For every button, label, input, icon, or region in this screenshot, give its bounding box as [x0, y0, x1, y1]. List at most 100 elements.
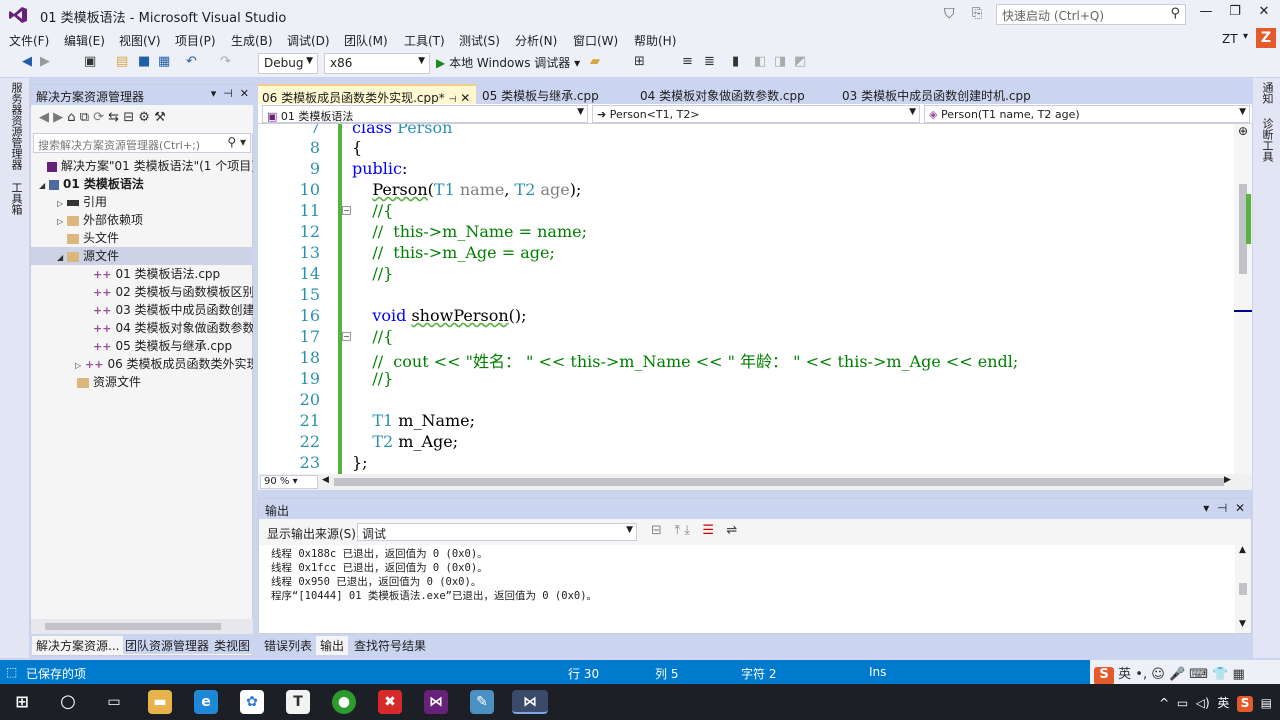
- menu-team[interactable]: 团队(M): [344, 32, 388, 49]
- tab-find-symbol-results[interactable]: 查找符号结果: [350, 636, 430, 655]
- horizontal-scrollbar-thumb[interactable]: [334, 478, 1224, 486]
- emoji-icon[interactable]: ☺: [1151, 667, 1165, 682]
- tree-item-solution[interactable]: 解决方案"01 类模板语法"(1 个项目): [31, 157, 253, 175]
- collapse-region-icon[interactable]: −: [342, 206, 351, 215]
- back-icon[interactable]: ◀: [39, 110, 49, 125]
- notification-filter-icon[interactable]: ⛉: [944, 6, 955, 22]
- tree-item-source-files[interactable]: ◢ 源文件: [31, 247, 253, 265]
- scrollbar-thumb[interactable]: [1239, 583, 1247, 595]
- previous-message-icon[interactable]: ⤒: [674, 523, 680, 538]
- network-icon[interactable]: ▭: [1177, 696, 1188, 710]
- skin-icon[interactable]: 👕: [1212, 667, 1228, 682]
- menu-file[interactable]: 文件(F): [9, 32, 49, 49]
- switch-views-icon[interactable]: ⧉: [80, 110, 89, 125]
- tree-item-file[interactable]: ++02 类模板与函数模板区别.cpp: [31, 283, 253, 301]
- expanded-arrow-icon[interactable]: ◢: [39, 177, 49, 193]
- menu-window[interactable]: 窗口(W): [573, 32, 618, 49]
- tree-item-header-files[interactable]: 头文件: [31, 229, 253, 247]
- save-all-icon[interactable]: ▦: [158, 54, 170, 69]
- collapse-all-icon[interactable]: ⊟: [123, 110, 134, 125]
- tab-output[interactable]: 输出: [316, 636, 349, 655]
- volume-icon[interactable]: ◁): [1196, 696, 1210, 710]
- sync-icon[interactable]: ⇆: [108, 110, 119, 125]
- solution-configuration-select[interactable]: Debug ▼: [258, 53, 318, 74]
- output-text-area[interactable]: 线程 0x188c 已退出，返回值为 0 (0x0)。 线程 0x1fcc 已退…: [259, 545, 1235, 633]
- panel-window-controls[interactable]: ▾ ⊣ ✕: [1203, 501, 1245, 515]
- pending-changes-icon[interactable]: ⟳: [93, 110, 104, 125]
- forward-icon[interactable]: ▶: [53, 110, 63, 125]
- word-wrap-icon[interactable]: ⇌: [726, 523, 737, 538]
- file-explorer-icon[interactable]: ▬: [148, 690, 172, 714]
- clear-all-icon[interactable]: ☰: [702, 523, 714, 538]
- next-message-icon[interactable]: ⤓: [684, 523, 690, 538]
- start-debugging-button[interactable]: ▶ 本地 Windows 调试器 ▾: [436, 54, 580, 71]
- new-project-icon[interactable]: ▣: [84, 54, 96, 69]
- maximize-button[interactable]: ❐: [1221, 4, 1249, 24]
- panel-window-controls[interactable]: ▾ ⊣ ✕: [211, 87, 249, 100]
- menu-project[interactable]: 项目(P): [175, 32, 216, 49]
- visual-studio-active-icon[interactable]: ⋈: [512, 690, 548, 714]
- solution-search-input[interactable]: 搜索解决方案资源管理器(Ctrl+;) ⚲ ▾: [33, 133, 251, 153]
- chevron-down-icon[interactable]: ▾: [1243, 31, 1248, 42]
- menu-debug[interactable]: 调试(D): [287, 32, 330, 49]
- minimize-button[interactable]: —: [1192, 4, 1220, 24]
- collapsed-arrow-icon[interactable]: ▷: [57, 195, 67, 211]
- user-name[interactable]: ZT: [1222, 32, 1238, 46]
- toolbox-tab[interactable]: 工具箱: [8, 182, 24, 215]
- user-avatar[interactable]: Z: [1256, 28, 1276, 48]
- tree-item-references[interactable]: ▷ 引用: [31, 193, 253, 211]
- scroll-down-icon[interactable]: ▼: [1239, 619, 1246, 629]
- find-in-files-icon[interactable]: ▰: [590, 54, 600, 69]
- clear-bookmarks-icon[interactable]: ◩: [794, 54, 806, 69]
- collapsed-arrow-icon[interactable]: ▷: [75, 357, 85, 373]
- search-icon[interactable]: ⚲ ▾: [227, 135, 246, 149]
- properties-icon[interactable]: ⚙: [138, 110, 150, 125]
- menu-edit[interactable]: 编辑(E): [64, 32, 105, 49]
- media-player-icon[interactable]: ●: [332, 690, 356, 714]
- tree-item-file[interactable]: ++ 05 类模板与继承.cpp: [31, 337, 253, 355]
- sogou-ime-icon[interactable]: S: [1094, 667, 1114, 685]
- scroll-up-icon[interactable]: ▲: [1239, 545, 1246, 555]
- tree-item-external-deps[interactable]: ▷ 外部依赖项: [31, 211, 253, 229]
- tab-file-05[interactable]: 05 类模板与继承.cpp: [478, 84, 603, 104]
- network-app-icon[interactable]: ✿: [240, 690, 264, 714]
- visual-studio-icon[interactable]: ⋈: [424, 690, 448, 714]
- code-editor[interactable]: 7 8 9 10 11 12 13 14 15 16 17 18 19 20 2…: [258, 124, 1252, 474]
- input-language[interactable]: 英: [1217, 696, 1229, 710]
- expanded-arrow-icon[interactable]: ◢: [57, 249, 67, 265]
- collapse-region-icon[interactable]: −: [342, 332, 351, 341]
- tree-item-resource-files[interactable]: 资源文件: [31, 373, 253, 391]
- tree-item-file[interactable]: ++03 类模板中成员函数创建时机.cpp: [31, 301, 253, 319]
- notification-icon[interactable]: ▤: [1261, 696, 1272, 710]
- feather-app-icon[interactable]: ✎: [470, 690, 494, 714]
- menu-build[interactable]: 生成(B): [231, 32, 273, 49]
- close-button[interactable]: ✕: [1250, 4, 1278, 24]
- keyboard-icon[interactable]: ⌨: [1189, 667, 1208, 682]
- uncomment-icon[interactable]: ≣: [704, 54, 715, 69]
- open-file-icon[interactable]: ▤: [116, 54, 128, 69]
- redo-icon[interactable]: ↷: [220, 54, 231, 69]
- solution-explorer-icon[interactable]: ⊞: [634, 54, 645, 69]
- typora-icon[interactable]: T: [286, 690, 310, 714]
- sogou-tray-icon[interactable]: S: [1237, 696, 1254, 712]
- notifications-tab[interactable]: 通知: [1259, 82, 1275, 104]
- tab-file-06[interactable]: 06 类模板成员函数类外实现.cpp* ⊣ ✕: [258, 84, 476, 105]
- tree-item-file[interactable]: ++04 类模板对象做函数参数.cpp: [31, 319, 253, 337]
- tab-team-explorer[interactable]: 团队资源管理器: [121, 636, 213, 655]
- tree-item-project[interactable]: ◢ 01 类模板语法: [31, 175, 253, 193]
- tab-error-list[interactable]: 错误列表: [260, 636, 316, 655]
- close-tab-icon[interactable]: ✕: [460, 91, 470, 105]
- scrollbar-thumb[interactable]: [45, 623, 221, 630]
- previous-bookmark-icon[interactable]: ◧: [754, 54, 766, 69]
- undo-icon[interactable]: ↶: [186, 54, 197, 69]
- browser-icon[interactable]: e: [194, 690, 218, 714]
- split-icon[interactable]: ⊕: [1238, 124, 1248, 138]
- show-hidden-icons-icon[interactable]: ^: [1159, 696, 1169, 710]
- toolbox-icon[interactable]: ▦: [1233, 667, 1245, 682]
- tab-file-03[interactable]: 03 类模板中成员函数创建时机.cpp: [838, 84, 1035, 104]
- xmind-icon[interactable]: ✖: [378, 690, 402, 714]
- tree-item-file[interactable]: ▷++06 类模板成员函数类外实现.cpp: [31, 355, 253, 373]
- home-icon[interactable]: ⌂: [67, 110, 75, 125]
- find-message-icon[interactable]: ⊟: [651, 523, 662, 538]
- microphone-icon[interactable]: 🎤: [1169, 667, 1185, 682]
